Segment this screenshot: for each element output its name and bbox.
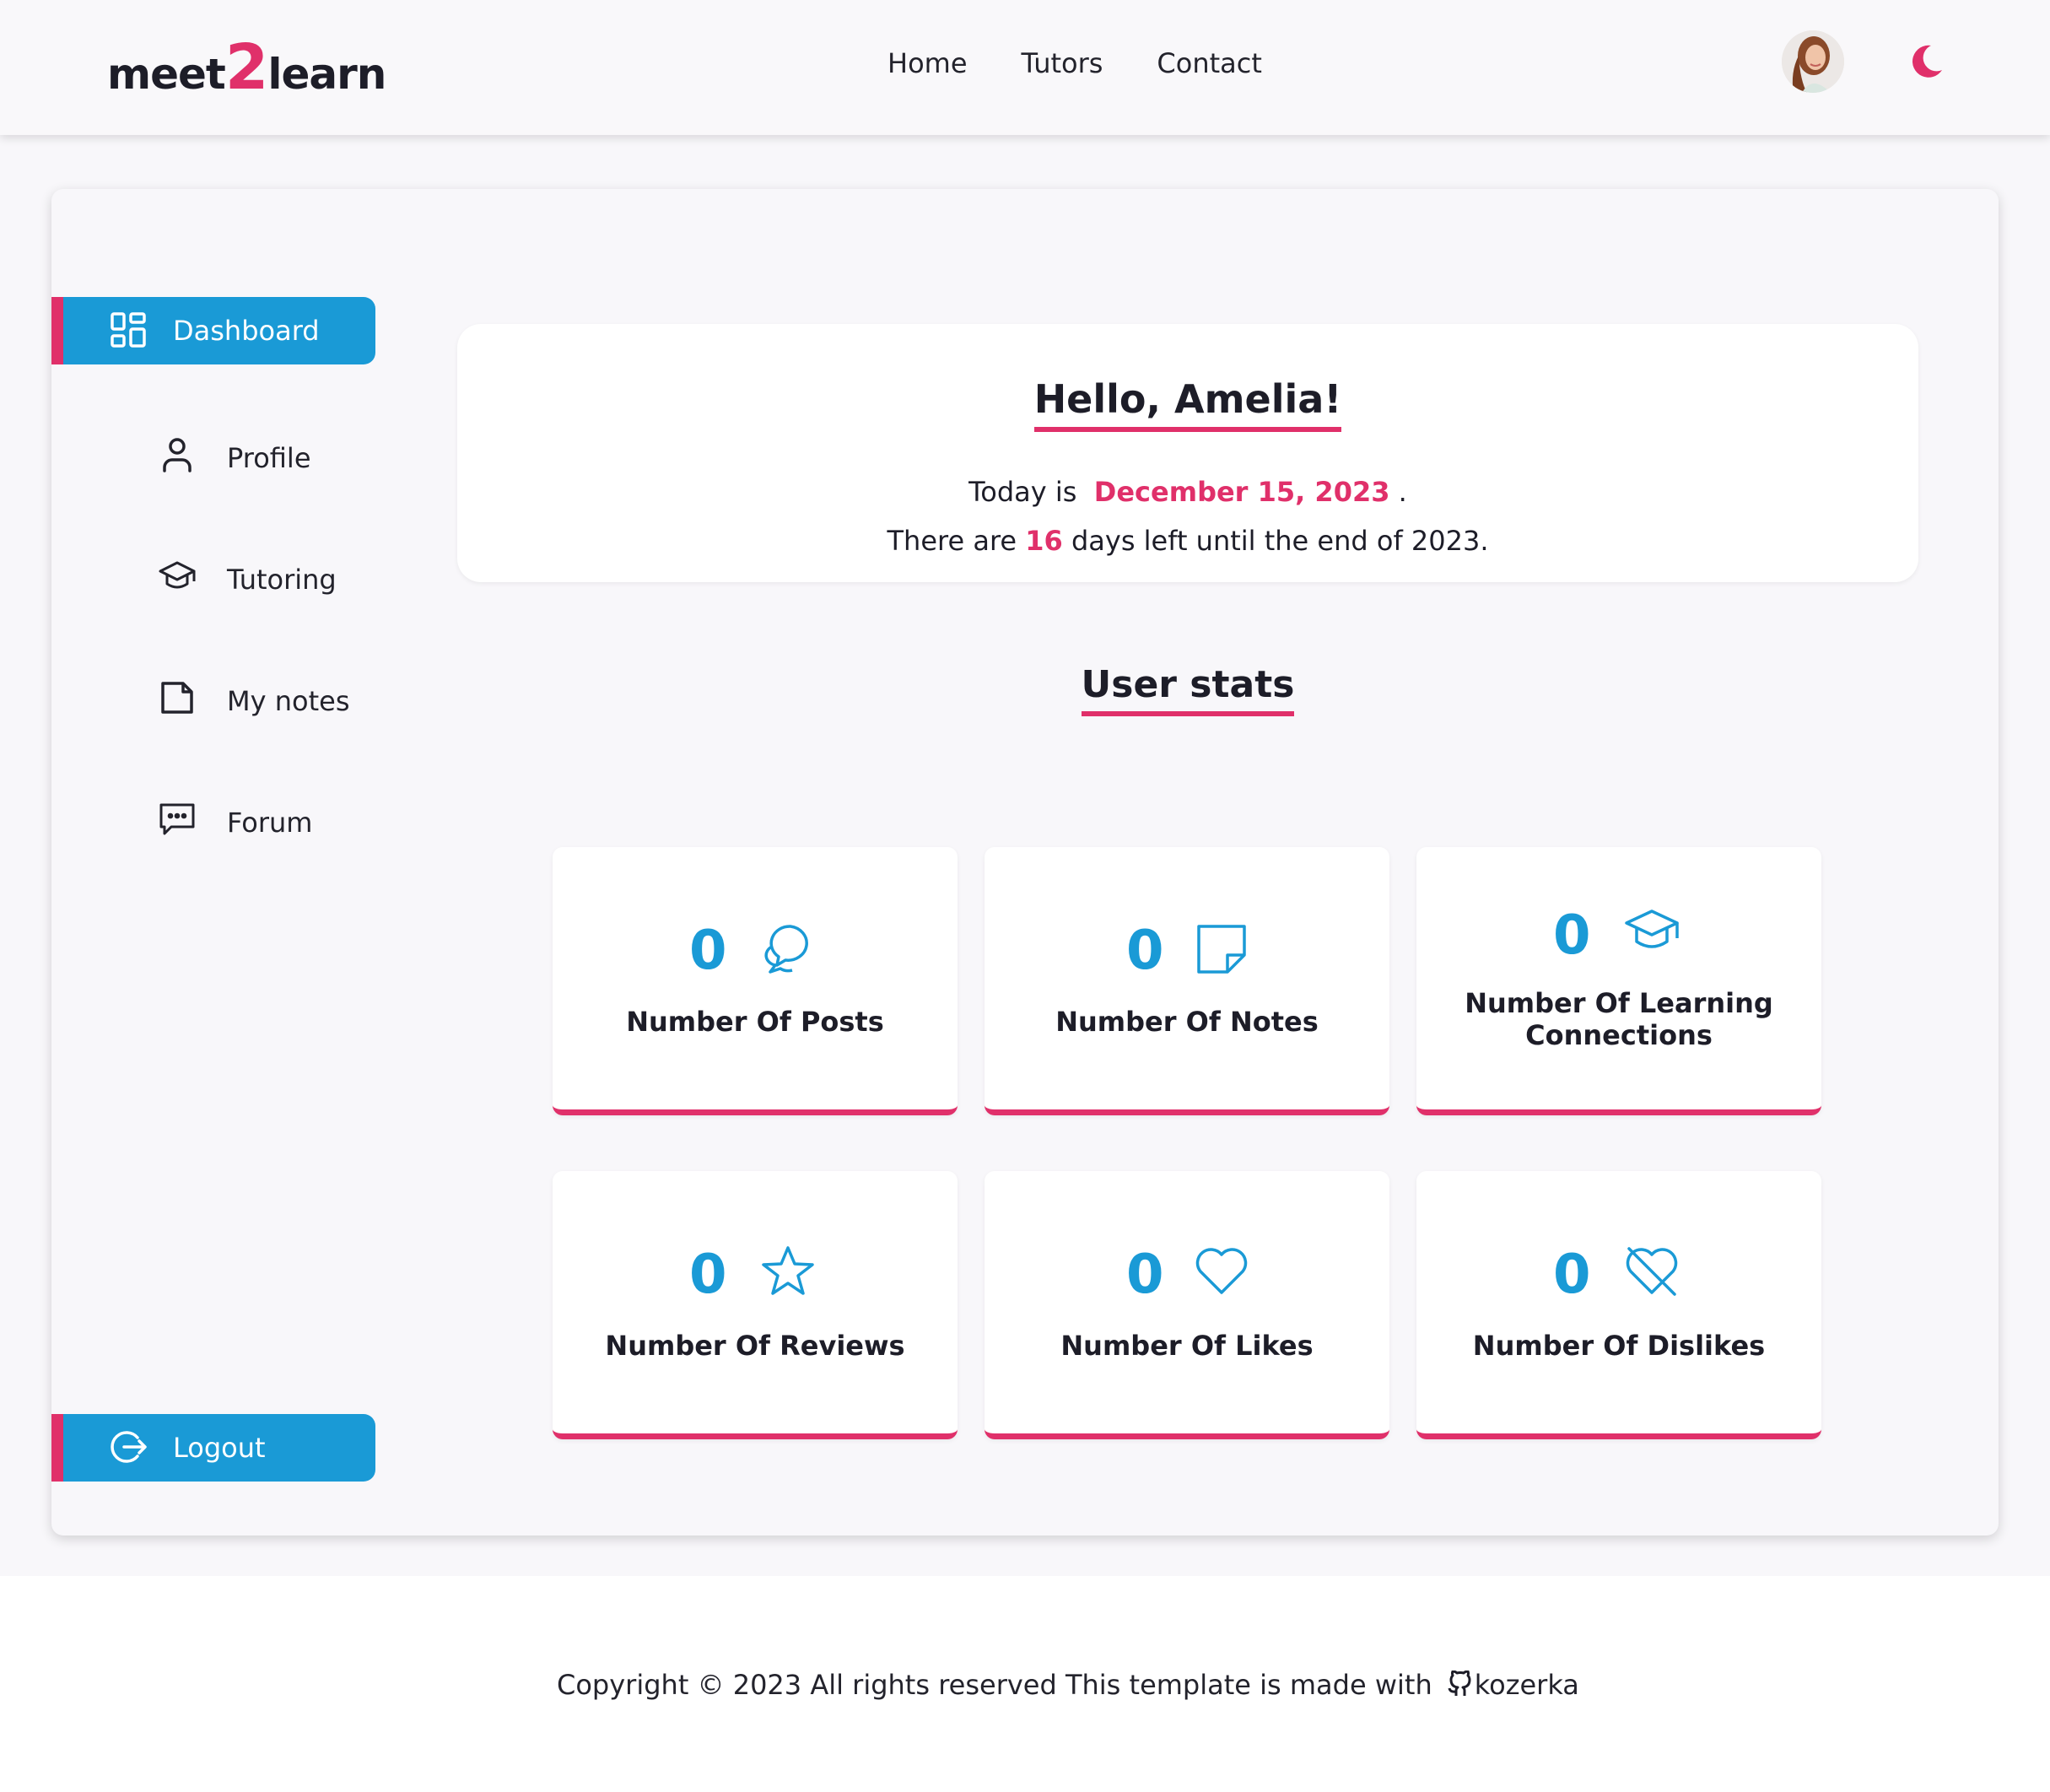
chat-icon <box>159 803 195 835</box>
sidebar-item-label: My notes <box>227 685 350 717</box>
today-suffix: . <box>1398 476 1407 508</box>
stat-card-dislikes: 0 Number Of Dislikes <box>1416 1171 1821 1439</box>
stat-label: Number Of Notes <box>1055 1006 1319 1038</box>
sidebar-item-label: Profile <box>227 442 311 474</box>
sidebar-item-profile[interactable]: Profile <box>51 425 375 484</box>
graduation-cap-icon <box>159 561 196 589</box>
chat-bubbles-icon <box>764 925 808 974</box>
stat-card-likes: 0 Number Of Likes <box>985 1171 1389 1439</box>
logo-two: 2 <box>224 31 268 104</box>
top-header: meet2learn Home Tutors Contact <box>0 0 2050 135</box>
sidebar-item-tutoring[interactable]: Tutoring <box>51 547 375 606</box>
logout-label: Logout <box>173 1432 266 1464</box>
sidebar-item-dashboard[interactable]: Dashboard <box>51 297 375 364</box>
logout-icon <box>111 1431 147 1463</box>
logo-suffix: learn <box>267 50 386 99</box>
user-icon <box>163 438 192 472</box>
dashboard-icon <box>111 312 146 348</box>
stat-value: 0 <box>1126 920 1164 982</box>
days-suffix: days left until the end of 2023. <box>1071 525 1489 557</box>
greeting-title: Hello, Amelia! <box>1033 376 1342 432</box>
user-stats-heading: User stats <box>457 663 1918 716</box>
sidebar-item-forum[interactable]: Forum <box>51 790 375 849</box>
note-icon <box>161 682 193 714</box>
nav-tutors[interactable]: Tutors <box>1022 47 1103 79</box>
github-icon[interactable] <box>1446 1671 1475 1699</box>
stat-label: Number Of Likes <box>1060 1330 1314 1362</box>
stat-card-reviews: 0 Number Of Reviews <box>553 1171 958 1439</box>
nav-contact[interactable]: Contact <box>1157 47 1262 79</box>
copyright-text: Copyright © 2023 All rights reserved Thi… <box>557 1669 1579 1701</box>
stat-label: Number Of Dislikes <box>1472 1330 1766 1362</box>
stat-card-notes: 0 Number Of Notes <box>985 847 1389 1115</box>
today-line: Today is December 15, 2023 . <box>457 476 1918 508</box>
stat-label: Number Of Reviews <box>605 1330 905 1362</box>
avatar-image <box>1782 30 1844 93</box>
stat-value: 0 <box>689 920 727 982</box>
logout-button[interactable]: Logout <box>51 1414 375 1482</box>
stat-value: 0 <box>1553 1244 1591 1306</box>
moon-icon[interactable] <box>1907 42 1945 81</box>
main-nav: Home Tutors Contact <box>887 47 1262 79</box>
stat-card-posts: 0 Number Of Posts <box>553 847 958 1115</box>
note-icon <box>1197 925 1246 974</box>
stat-card-learning-connections: 0 Number Of Learning Connections <box>1416 847 1821 1115</box>
stat-label: Number Of Learning Connections <box>1465 987 1773 1051</box>
sidebar-item-my-notes[interactable]: My notes <box>51 668 375 727</box>
stat-value: 0 <box>1553 904 1591 967</box>
sidebar-item-label: Dashboard <box>173 315 320 347</box>
sidebar-item-label: Tutoring <box>227 564 337 596</box>
graduation-cap-icon <box>1625 909 1679 948</box>
logo-prefix: meet <box>107 50 226 99</box>
copyright-label: Copyright © 2023 All rights reserved Thi… <box>557 1669 1432 1701</box>
stat-value: 0 <box>1126 1244 1164 1306</box>
author-link[interactable]: kozerka <box>1475 1669 1579 1701</box>
greeting-card: Hello, Amelia! Today is December 15, 202… <box>457 324 1918 582</box>
user-stats-title: User stats <box>1081 663 1295 716</box>
days-left-count: 16 <box>1025 525 1063 557</box>
days-prefix: There are <box>887 525 1017 557</box>
days-left-line: There are 16 days left until the end of … <box>457 525 1918 557</box>
greeting-heading: Hello, Amelia! <box>457 376 1918 432</box>
dashboard-panel: Dashboard Profile Tutoring My notes Foru… <box>51 189 1999 1536</box>
today-date: December 15, 2023 <box>1093 476 1390 508</box>
stat-value: 0 <box>689 1244 727 1306</box>
footer: Copyright © 2023 All rights reserved Thi… <box>0 1576 2050 1792</box>
logo[interactable]: meet2learn <box>107 32 386 110</box>
heart-icon <box>1195 1248 1248 1294</box>
avatar[interactable] <box>1782 30 1844 93</box>
heart-off-icon <box>1626 1247 1678 1296</box>
today-prefix: Today is <box>968 476 1077 508</box>
stat-label: Number Of Posts <box>626 1006 884 1038</box>
nav-home[interactable]: Home <box>887 47 968 79</box>
star-icon <box>762 1246 814 1295</box>
sidebar-item-label: Forum <box>227 807 313 839</box>
